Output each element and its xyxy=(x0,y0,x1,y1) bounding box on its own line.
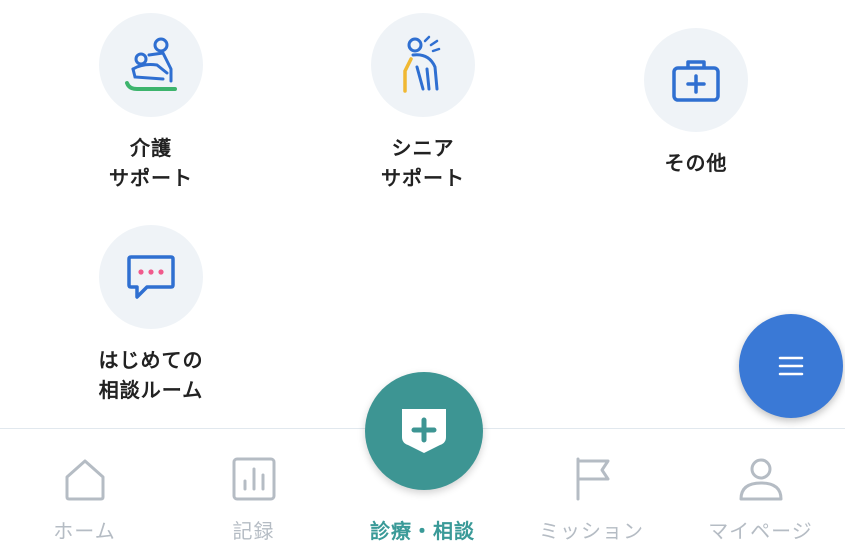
category-label-line: シニア xyxy=(391,136,455,160)
medical-kit-icon xyxy=(672,60,720,102)
menu-button[interactable] xyxy=(739,314,843,418)
category-care-support-circle xyxy=(99,13,203,117)
medical-shield-icon xyxy=(402,409,446,453)
category-label-line: 介護 xyxy=(130,136,172,160)
tab-mission-label: ミッション xyxy=(539,519,644,543)
category-label-line: サポート xyxy=(381,166,465,190)
consultation-center-button[interactable] xyxy=(365,372,483,490)
category-other-circle xyxy=(644,28,748,132)
chat-bubble-icon xyxy=(127,255,175,299)
tab-home[interactable]: ホーム xyxy=(0,429,169,553)
category-senior-support-circle xyxy=(371,13,475,117)
tab-mypage[interactable]: マイページ xyxy=(676,429,845,553)
tab-mypage-label: マイページ xyxy=(708,519,813,543)
category-first-consultation-circle xyxy=(99,225,203,329)
tab-mission[interactable]: ミッション xyxy=(507,429,676,553)
category-label-line: 相談ルーム xyxy=(98,378,204,402)
category-care-support[interactable]: 介護 サポート xyxy=(51,13,251,193)
menu-icon xyxy=(778,356,804,376)
category-senior-support-label: シニア サポート xyxy=(323,133,523,193)
person-icon xyxy=(739,458,782,501)
category-label-line: はじめての xyxy=(98,348,204,372)
category-other-label: その他 xyxy=(596,148,796,178)
tab-home-label: ホーム xyxy=(53,519,116,543)
caregiving-icon xyxy=(125,37,177,91)
category-first-consultation[interactable]: はじめての 相談ルーム xyxy=(51,225,251,405)
senior-walking-icon xyxy=(403,35,441,93)
tab-consultation-label: 診療・相談 xyxy=(370,519,475,543)
flag-icon xyxy=(576,457,609,501)
category-other[interactable]: その他 xyxy=(596,28,796,178)
tab-record-label: 記録 xyxy=(232,519,275,543)
category-first-consultation-label: はじめての 相談ルーム xyxy=(51,345,251,405)
chart-icon xyxy=(232,457,275,501)
category-label-line: サポート xyxy=(109,166,193,190)
category-senior-support[interactable]: シニア サポート xyxy=(323,13,523,193)
home-icon xyxy=(65,459,104,501)
category-care-support-label: 介護 サポート xyxy=(51,133,251,193)
tab-record[interactable]: 記録 xyxy=(169,429,338,553)
screen: 介護 サポート シニア サポート その他 はじめての 相談ルーム ホーム 記録 … xyxy=(0,0,845,553)
category-label-line: その他 xyxy=(664,151,728,175)
